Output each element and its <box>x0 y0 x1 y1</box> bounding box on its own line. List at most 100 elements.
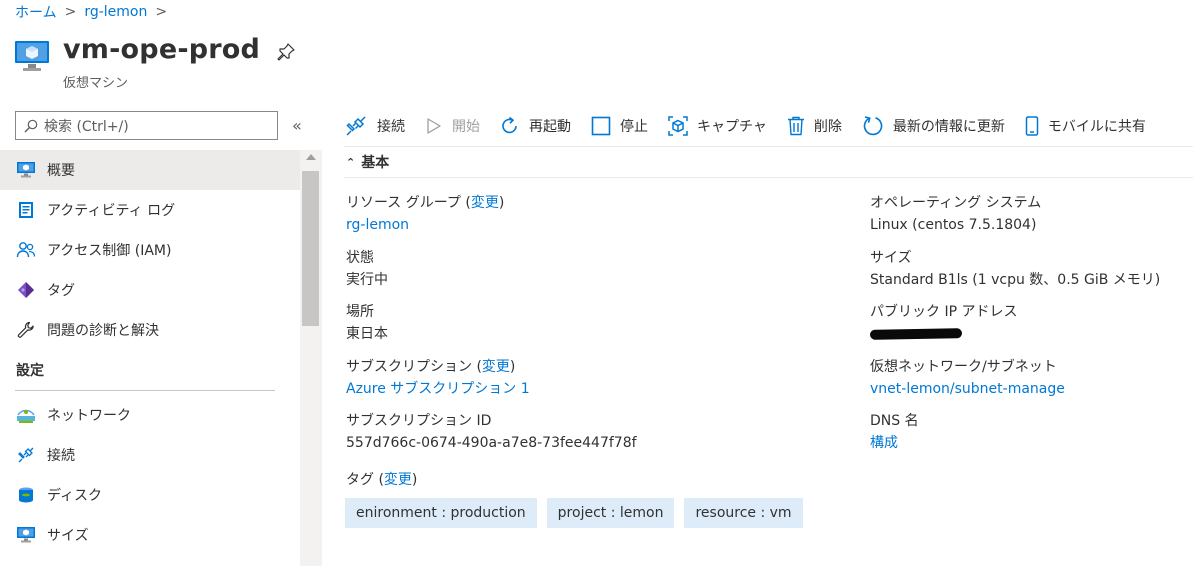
change-tags-link[interactable]: 変更 <box>384 472 412 488</box>
breadcrumb-resource-group[interactable]: rg-lemon <box>84 4 147 20</box>
vm-monitor-icon <box>15 41 49 71</box>
sidebar-item-label: 概要 <box>47 163 75 179</box>
status-value: 実行中 <box>346 271 388 288</box>
subscription-property: サブスクリプション (変更) Azure サブスクリプション 1 <box>346 356 637 411</box>
sidebar-item-label: 問題の診断と解決 <box>47 323 159 339</box>
public-ip-label: パブリック IP アドレス <box>870 304 1018 320</box>
connect-button[interactable]: 接続 <box>344 115 405 137</box>
people-icon <box>16 240 36 260</box>
page-title: vm-ope-prod <box>63 34 261 65</box>
public-ip-redacted[interactable] <box>869 328 963 340</box>
breadcrumb-home[interactable]: ホーム <box>15 2 57 22</box>
configure-dns-link[interactable]: 構成 <box>870 435 898 451</box>
delete-button[interactable]: 削除 <box>787 116 842 136</box>
sidebar-item-iam[interactable]: アクセス制御 (IAM) <box>0 230 300 270</box>
sidebar-item-diagnose[interactable]: 問題の診断と解決 <box>0 310 300 350</box>
resource-group-label: リソース グループ <box>346 195 461 211</box>
connect-label: 接続 <box>377 119 405 135</box>
sidebar-item-tags[interactable]: タグ <box>0 270 300 310</box>
vnet-property: 仮想ネットワーク/サブネット vnet-lemon/subnet-manage <box>870 356 1160 411</box>
network-icon <box>16 405 36 425</box>
subscription-label: サブスクリプション <box>346 358 472 375</box>
capture-icon <box>668 116 688 136</box>
scroll-up-arrow-icon[interactable] <box>306 154 316 160</box>
tag-icon <box>16 280 36 300</box>
vnet-label: 仮想ネットワーク/サブネット <box>870 358 1057 375</box>
size-property: サイズ Standard B1ls (1 vcpu 数、0.5 GiB メモリ) <box>870 247 1160 302</box>
restart-icon <box>502 116 517 134</box>
restart-button[interactable]: 再起動 <box>500 116 571 136</box>
location-value: 東日本 <box>346 326 388 342</box>
refresh-icon <box>863 116 883 136</box>
essentials-right-column: オペレーティング システム Linux (centos 7.5.1804) サイ… <box>869 192 1160 465</box>
scrollbar-thumb[interactable] <box>302 171 319 326</box>
status-label: 状態 <box>346 249 374 266</box>
sidebar-item-label: 接続 <box>47 448 75 464</box>
sidebar-scrollbar[interactable] <box>300 150 322 566</box>
sidebar-search-input[interactable]: 検索 (Ctrl+/) <box>15 111 278 140</box>
public-ip-property: パブリック IP アドレス <box>869 301 1160 356</box>
os-property: オペレーティング システム Linux (centos 7.5.1804) <box>870 192 1160 247</box>
tag-chip[interactable]: resource : vm <box>684 498 803 528</box>
connect-icon <box>16 445 36 465</box>
dns-property: DNS 名 構成 <box>870 410 1160 465</box>
pin-icon[interactable] <box>276 42 296 62</box>
essentials-panel: ⌃ 基本 リソース グループ (変更) rg-lemon 状態 実行中 場所 東… <box>344 146 1193 528</box>
tag-chip[interactable]: project : lemon <box>546 498 675 528</box>
resource-group-label-row: リソース グループ (変更) <box>346 195 505 211</box>
sidebar-item-label: タグ <box>47 283 75 299</box>
start-button[interactable]: 開始 <box>425 116 480 136</box>
sidebar-item-connect[interactable]: 接続 <box>0 435 300 475</box>
share-mobile-label: モバイルに共有 <box>1047 119 1146 135</box>
start-label: 開始 <box>452 119 480 135</box>
refresh-label: 最新の情報に更新 <box>892 119 1005 135</box>
sidebar-item-disks[interactable]: ディスク <box>0 475 300 515</box>
sidebar-item-label: サイズ <box>47 528 89 544</box>
capture-label: キャプチャ <box>697 119 767 135</box>
resource-group-link[interactable]: rg-lemon <box>346 217 409 233</box>
restart-label: 再起動 <box>529 119 571 135</box>
change-subscription-link[interactable]: 変更 <box>482 359 510 375</box>
resource-group-property: リソース グループ (変更) rg-lemon <box>346 192 637 247</box>
share-mobile-button[interactable]: モバイルに共有 <box>1025 116 1146 136</box>
os-value: Linux (centos 7.5.1804) <box>870 217 1037 233</box>
sidebar-item-activity-log[interactable]: アクティビティ ログ <box>0 190 300 230</box>
tags-label-row: タグ (変更) <box>346 472 418 488</box>
chevron-right-icon: > <box>64 4 77 20</box>
collapse-sidebar-button[interactable]: « <box>292 116 302 135</box>
play-icon <box>427 118 441 134</box>
tag-chip[interactable]: enironment : production <box>345 498 537 528</box>
tags-label: タグ <box>346 472 374 488</box>
disk-icon <box>16 485 36 505</box>
change-resource-group-link[interactable]: 変更 <box>471 195 499 211</box>
sidebar-nav: 概要 アクティビティ ログ アクセス制御 (IAM) タグ 問題の診断と解決 設… <box>0 150 300 555</box>
wrench-icon <box>16 320 36 340</box>
subscription-label-row: サブスクリプション (変更) <box>346 358 516 375</box>
command-bar: 接続 開始 再起動 停止 キャプチャ 削除 最新の情報に更新 モバイルに共有 <box>344 111 1193 141</box>
subscription-id-label: サブスクリプション ID <box>346 413 492 429</box>
capture-button[interactable]: キャプチャ <box>668 116 767 136</box>
trash-icon <box>787 116 804 136</box>
vnet-subnet-link[interactable]: vnet-lemon/subnet-manage <box>870 381 1065 397</box>
sidebar-item-size[interactable]: サイズ <box>0 515 300 555</box>
stop-button[interactable]: 停止 <box>591 116 648 136</box>
essentials-heading: 基本 <box>361 155 390 171</box>
sidebar-item-label: ネットワーク <box>47 408 131 424</box>
sidebar-item-network[interactable]: ネットワーク <box>0 395 300 435</box>
connect-icon <box>346 116 366 136</box>
subscription-link[interactable]: Azure サブスクリプション 1 <box>346 381 530 397</box>
essentials-left-column: リソース グループ (変更) rg-lemon 状態 実行中 場所 東日本 サブ… <box>346 192 637 465</box>
sidebar-item-overview[interactable]: 概要 <box>0 150 300 190</box>
essentials-toggle[interactable]: ⌃ 基本 <box>344 146 1193 178</box>
refresh-button[interactable]: 最新の情報に更新 <box>862 115 1005 137</box>
sidebar: 検索 (Ctrl+/) « 概要 アクティビティ ログ アクセス制御 (IAM) <box>0 104 322 566</box>
page-header: vm-ope-prod 仮想マシン <box>14 32 414 92</box>
chevron-right-icon: > <box>155 4 168 20</box>
sidebar-item-label: アクセス制御 (IAM) <box>47 243 172 259</box>
size-label: サイズ <box>870 249 912 266</box>
status-property: 状態 実行中 <box>346 247 637 302</box>
search-placeholder: 検索 (Ctrl+/) <box>44 118 129 135</box>
location-label: 場所 <box>346 304 374 320</box>
stop-label: 停止 <box>620 119 648 135</box>
chevron-up-icon: ⌃ <box>346 155 356 169</box>
